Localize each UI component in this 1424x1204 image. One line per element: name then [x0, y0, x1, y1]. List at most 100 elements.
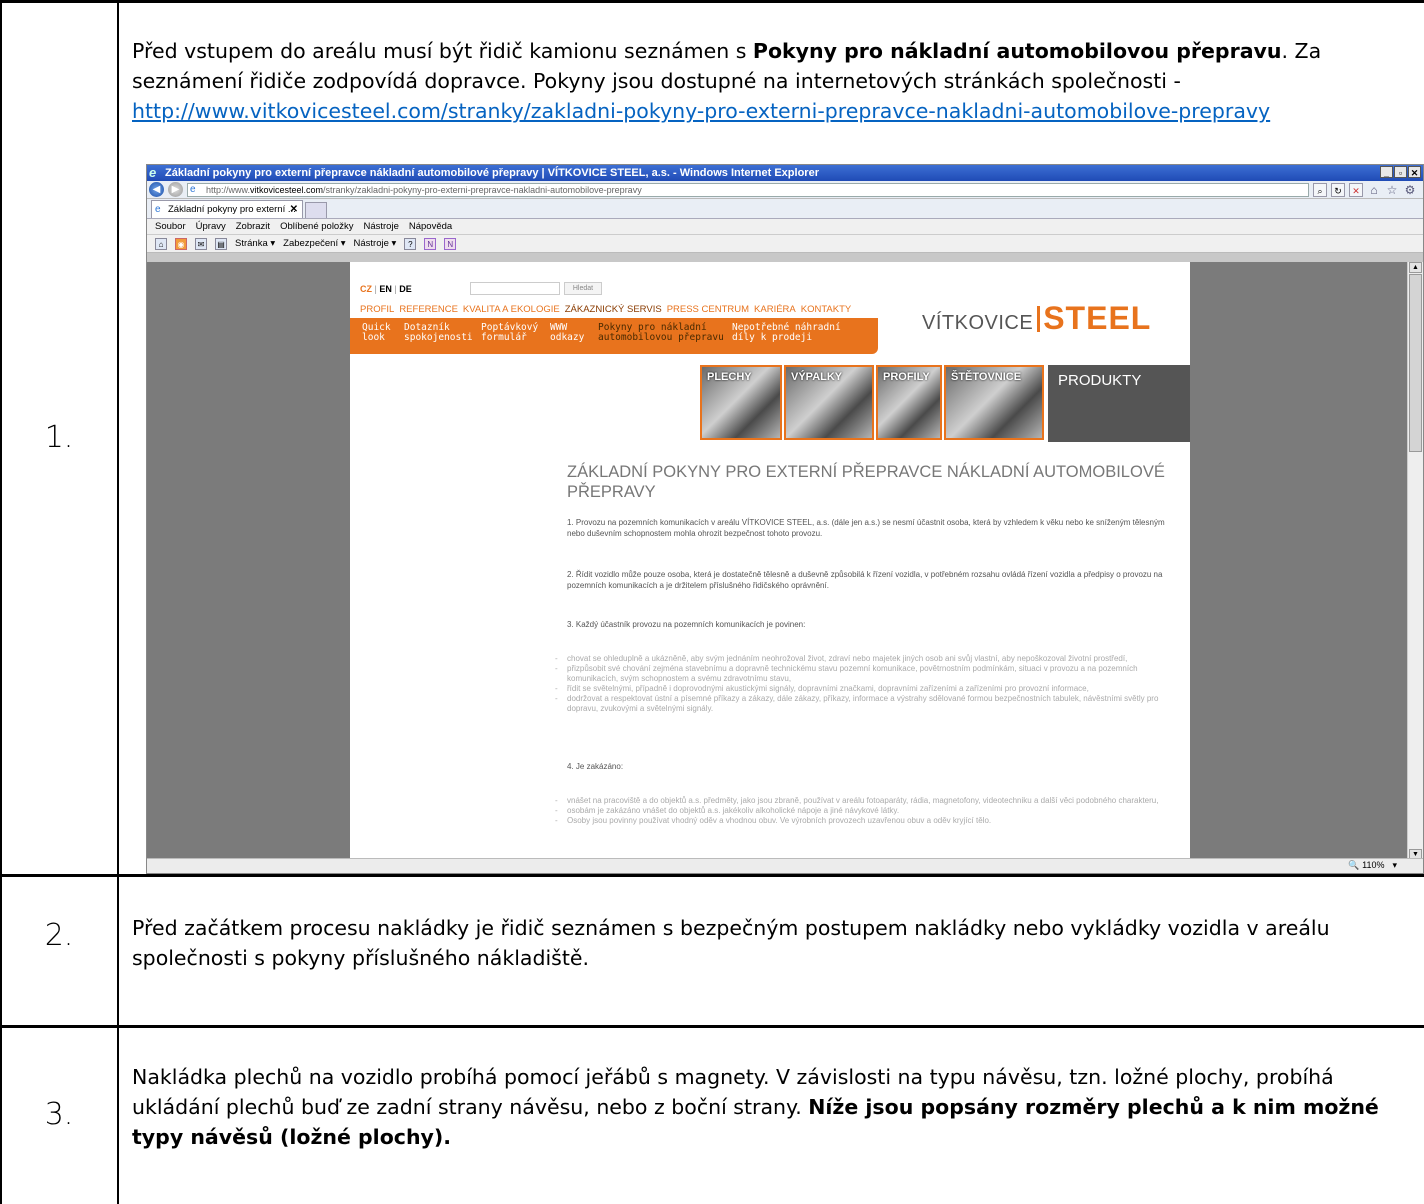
tools-menu[interactable]: Nástroje ▾	[354, 235, 397, 253]
lang-de[interactable]: DE	[399, 284, 412, 294]
status-bar: 🔍 110% ▾	[147, 858, 1423, 873]
site-search-input[interactable]	[470, 282, 560, 295]
list-item: Osoby jsou povinny používat vhodný oděv …	[555, 816, 1177, 826]
nav-kontakty[interactable]: KONTAKTY	[801, 304, 852, 315]
nav-kvalita[interactable]: KVALITA A EKOLOGIE	[463, 304, 560, 315]
list-item: dodržovat a respektovat ústní a písemné …	[555, 694, 1177, 714]
browser-screenshot: e Základní pokyny pro externí přepravce …	[146, 164, 1424, 874]
browser-tab[interactable]: e Základní pokyny pro externí ... ✕	[151, 200, 303, 218]
menu-zobrazit[interactable]: Zobrazit	[236, 219, 270, 234]
page-menu[interactable]: Stránka ▾	[235, 235, 275, 253]
scroll-thumb[interactable]	[1409, 274, 1422, 452]
menu-bar: Soubor Úpravy Zobrazit Oblíbené položky …	[147, 219, 1423, 235]
search-icon[interactable]: ⌕	[1313, 182, 1327, 197]
paragraph-1: 1. Provozu na pozemních komunikacích v a…	[567, 518, 1165, 538]
new-tab-button[interactable]	[305, 202, 327, 218]
language-switcher: CZ | EN | DE	[360, 284, 412, 294]
product-tile-stetovnice[interactable]: ŠTĚTOVNICE	[944, 365, 1044, 440]
print-icon[interactable]: ▤	[215, 237, 227, 250]
menu-soubor[interactable]: Soubor	[155, 219, 186, 234]
nav-profil[interactable]: PROFIL	[360, 304, 394, 315]
url-field[interactable]: e http://www.vitkovicesteel.com/stranky/z…	[187, 182, 1309, 197]
row-number-3: 3.	[44, 1097, 74, 1132]
nav-kariera[interactable]: KARIÉRA	[754, 304, 796, 315]
menu-oblibene[interactable]: Oblíbené položky	[280, 219, 353, 234]
feeds-icon[interactable]: ◉	[175, 237, 187, 250]
nav-reference[interactable]: REFERENCE	[399, 304, 458, 315]
logo-text-steel: STEEL	[1043, 300, 1152, 336]
row-number-2: 2.	[44, 918, 74, 953]
paragraph-3: 3. Každý účastník provozu na pozemních k…	[567, 620, 806, 629]
lang-separator: |	[394, 284, 397, 294]
nav-zakaznicky-servis[interactable]: ZÁKAZNICKÝ SERVIS	[565, 304, 662, 315]
vertical-scrollbar[interactable]: ▲ ▼	[1407, 262, 1423, 860]
table-border-top	[0, 0, 1424, 3]
lang-en[interactable]: EN	[379, 284, 392, 294]
stop-icon[interactable]: ✕	[1349, 182, 1363, 197]
tab-close-icon[interactable]: ✕	[290, 201, 298, 218]
list-item: chovat se ohleduplně a ukázněně, aby svý…	[555, 654, 1177, 664]
refresh-icon[interactable]: ↻	[1331, 182, 1345, 197]
zoom-control[interactable]: 🔍 110% ▾	[1348, 860, 1397, 871]
menu-nastroje[interactable]: Nástroje	[363, 219, 398, 234]
subnav-nahradni-dily[interactable]: Nepotřebné náhradní díly k prodeji	[732, 323, 841, 343]
subnav-quick-look[interactable]: Quick look	[362, 323, 391, 343]
onenote-linked-icon[interactable]: N	[444, 237, 457, 250]
help-icon[interactable]: ?	[404, 237, 417, 250]
scroll-up-icon[interactable]: ▲	[1409, 262, 1422, 273]
row-1-text-start: Před vstupem do areálu musí být řidič ka…	[132, 39, 753, 63]
browser-title: Základní pokyny pro externí přepravce ná…	[165, 167, 819, 179]
mail-icon[interactable]: ✉	[195, 237, 207, 250]
guidelines-link[interactable]: http://www.vitkovicesteel.com/stranky/za…	[132, 99, 1270, 123]
browser-tabs: e Základní pokyny pro externí ... ✕	[147, 199, 1423, 219]
security-menu[interactable]: Zabezpečení ▾	[283, 235, 345, 253]
page-heading: ZÁKLADNÍ POKYNY PRO EXTERNÍ PŘEPRAVCE NÁ…	[567, 463, 1165, 501]
row-divider-2	[0, 1025, 1424, 1028]
nav-press-centrum[interactable]: PRESS CENTRUM	[667, 304, 749, 315]
minimize-icon[interactable]: _	[1380, 166, 1393, 178]
product-tile-plechy[interactable]: PLECHY	[700, 365, 782, 440]
browser-viewport: CZ | EN | DE Hledat PROFIL REFERENCE KVA…	[147, 262, 1409, 860]
browser-title-bar: e Základní pokyny pro externí přepravce …	[147, 165, 1423, 181]
document-table: 1. Před vstupem do areálu musí být řidič…	[0, 0, 1424, 1204]
list-item: přizpůsobit své chování zejména stavební…	[555, 664, 1177, 684]
paragraph-4: 4. Je zakázáno:	[567, 762, 624, 771]
home-cmd-icon[interactable]: ⌂	[155, 237, 167, 250]
list-item: řídit se světelnými, případně i doprovod…	[555, 684, 1177, 694]
lang-cz[interactable]: CZ	[360, 284, 372, 294]
subnav-poptavkovy[interactable]: Poptávkový formulář	[481, 323, 538, 343]
list-item: osobám je zakázáno vnášet do objektů a.s…	[555, 806, 1177, 816]
product-tile-profily[interactable]: PROFILY	[876, 365, 942, 440]
back-icon[interactable]: ◀	[149, 182, 164, 197]
row-1-bold-text: Pokyny pro nákladní automobilovou přepra…	[752, 39, 1282, 63]
sub-navigation: Quick look Dotazník spokojenosti Poptávkov…	[350, 318, 878, 354]
tab-label: Základní pokyny pro externí ...	[168, 204, 296, 215]
maximize-icon[interactable]: ▫	[1394, 166, 1407, 178]
home-icon[interactable]: ⌂	[1367, 183, 1381, 197]
url-path: /stranky/zakladni-pokyny-pro-externi-pre…	[323, 184, 642, 195]
forward-icon[interactable]: ▶	[168, 182, 183, 197]
menu-napoveda[interactable]: Nápověda	[409, 219, 452, 234]
obligations-list: chovat se ohleduplně a ukázněně, aby svý…	[555, 654, 1177, 714]
paragraph-2: 2. Řídit vozidlo může pouze osoba, která…	[567, 570, 1163, 590]
onenote-icon[interactable]: N	[424, 237, 437, 250]
logo-text-vitkovice: VÍTKOVICE	[922, 312, 1034, 334]
company-logo[interactable]: VÍTKOVICE STEEL	[922, 300, 1151, 337]
product-tile-vypalky[interactable]: VÝPALKY	[784, 365, 874, 440]
command-bar: ⌂ ◉ ✉ ▤ Stránka ▾ Zabezpečení ▾ Nástroje…	[147, 235, 1423, 253]
ie-logo-icon: e	[149, 165, 157, 180]
site-search-button[interactable]: Hledat	[564, 282, 602, 295]
url-prefix: http://www.	[206, 184, 251, 195]
settings-icon[interactable]: ⚙	[1403, 183, 1417, 197]
menu-upravy[interactable]: Úpravy	[196, 219, 226, 234]
subnav-www-odkazy[interactable]: WWW odkazy	[550, 323, 584, 343]
zoom-icon: 🔍	[1348, 860, 1360, 870]
subnav-dotaznik[interactable]: Dotazník spokojenosti	[404, 323, 473, 343]
window-controls: _ ▫ ✕	[1380, 166, 1421, 178]
close-icon[interactable]: ✕	[1408, 166, 1421, 178]
products-title[interactable]: PRODUKTY	[1048, 365, 1190, 442]
row-divider-1	[0, 874, 1424, 877]
favorites-icon[interactable]: ☆	[1385, 183, 1399, 197]
row-2-text: Před začátkem procesu nakládky je řidič …	[132, 916, 1330, 970]
subnav-pokyny[interactable]: Pokyny pro nákladní automobilovou přeprav…	[598, 323, 724, 343]
